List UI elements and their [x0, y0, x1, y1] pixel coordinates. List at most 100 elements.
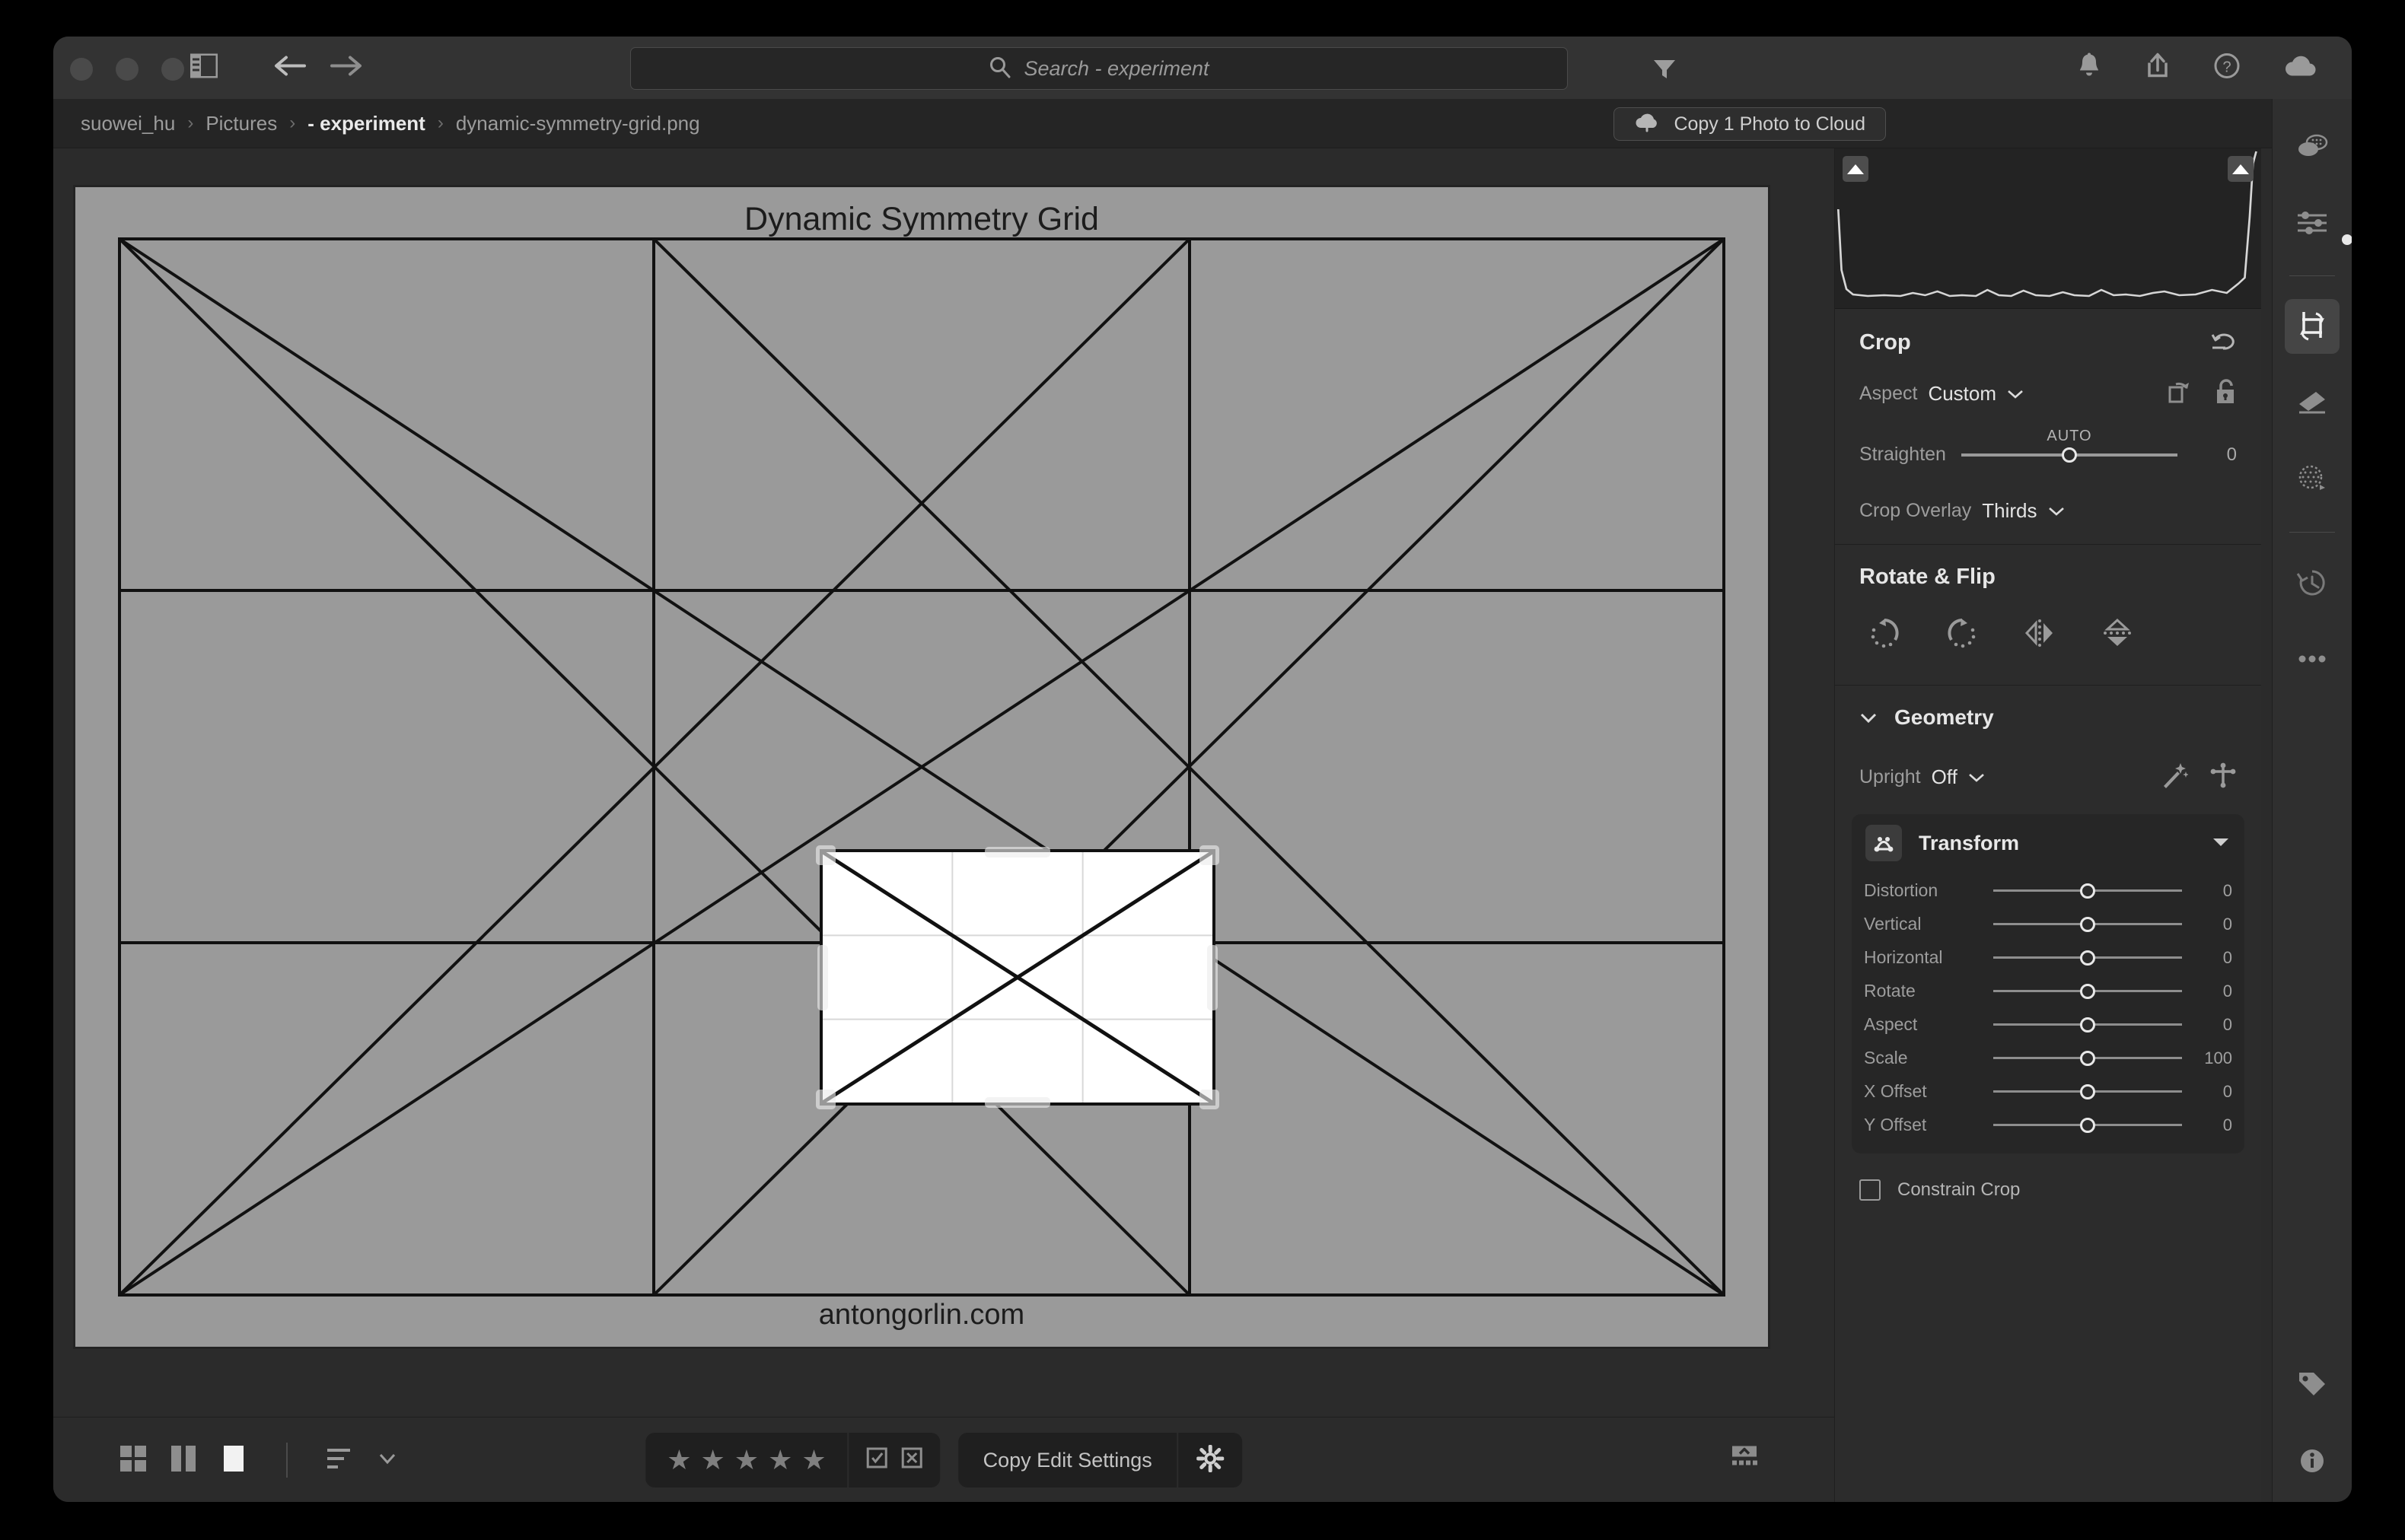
crop-selection[interactable]	[816, 845, 1219, 1109]
aspect-knob[interactable]	[2080, 1017, 2095, 1032]
compare-view-icon[interactable]	[169, 1444, 198, 1477]
flip-vertical-icon[interactable]	[2100, 616, 2135, 654]
star-rating[interactable]: ★ ★ ★ ★ ★	[645, 1444, 847, 1476]
x-offset-slider[interactable]	[1993, 1083, 2182, 1099]
share-icon[interactable]	[2145, 52, 2171, 84]
maximize-button[interactable]	[161, 58, 184, 81]
aspect-slider-value: 0	[2222, 1014, 2232, 1034]
rotate-slider[interactable]	[1993, 983, 2182, 999]
slider-row-y-offset: Y Offset 0	[1852, 1115, 2244, 1135]
cloud-icon[interactable]	[2283, 53, 2318, 83]
aspect-slider[interactable]	[1993, 1017, 2182, 1032]
highlight-clipping-button[interactable]	[2228, 156, 2254, 182]
crop-section-title: Crop	[1859, 329, 2237, 356]
x-offset-knob[interactable]	[2080, 1083, 2095, 1099]
crop-handle-top[interactable]	[985, 847, 1050, 858]
crop-overlay-dropdown[interactable]: Thirds	[1982, 499, 2064, 523]
guided-upright-icon[interactable]	[2209, 762, 2237, 793]
horizontal-knob[interactable]	[2080, 950, 2095, 966]
triangle-up-icon	[1847, 164, 1864, 174]
sort-chevron-down-icon[interactable]	[377, 1451, 397, 1470]
tag-icon[interactable]	[2285, 1357, 2340, 1412]
straighten-knob[interactable]	[2061, 447, 2077, 463]
crop-handle-top-left[interactable]	[816, 845, 836, 865]
photo-preview[interactable]: Dynamic Symmetry Grid antongorlin.com	[73, 185, 1770, 1349]
lock-open-icon[interactable]	[2214, 379, 2237, 409]
crop-handle-bottom[interactable]	[985, 1097, 1050, 1108]
breadcrumb-item-1[interactable]: Pictures	[205, 112, 277, 135]
upright-dropdown[interactable]: Off	[1932, 765, 1985, 789]
histogram[interactable]	[1835, 148, 2261, 309]
y-offset-knob[interactable]	[2080, 1117, 2095, 1133]
crop-icon[interactable]	[2285, 299, 2340, 354]
horizontal-slider[interactable]	[1993, 950, 2182, 966]
copy-to-cloud-button[interactable]: Copy 1 Photo to Cloud	[1613, 107, 1886, 141]
more-icon[interactable]	[2285, 632, 2340, 686]
rotate-clockwise-icon[interactable]	[1867, 616, 1902, 654]
caret-down-icon[interactable]	[2211, 835, 2231, 852]
vertical-knob[interactable]	[2080, 916, 2095, 932]
grid-view-icon[interactable]	[119, 1444, 148, 1477]
back-button[interactable]	[272, 54, 306, 82]
gear-icon[interactable]	[1178, 1444, 1242, 1476]
crop-handle-bottom-left[interactable]	[816, 1090, 836, 1109]
healing-icon[interactable]	[2285, 375, 2340, 430]
filter-icon[interactable]	[1652, 56, 1677, 84]
scale-slider[interactable]	[1993, 1050, 2182, 1066]
straighten-auto-label[interactable]: AUTO	[2047, 428, 2091, 445]
sidebar-toggle-icon[interactable]	[190, 53, 218, 82]
magic-wand-icon[interactable]	[2161, 762, 2189, 793]
sort-icon[interactable]	[326, 1446, 356, 1475]
vertical-value: 0	[2222, 914, 2232, 934]
breadcrumb-item-2[interactable]: - experiment	[307, 112, 425, 135]
history-icon[interactable]	[2285, 555, 2340, 610]
presets-icon[interactable]	[2285, 119, 2340, 173]
flag-reject-icon[interactable]	[901, 1446, 924, 1475]
search-input[interactable]: Search - experiment	[630, 47, 1568, 90]
crop-handle-right[interactable]	[1207, 944, 1218, 1010]
geometry-header[interactable]: Geometry	[1859, 705, 2237, 730]
filmstrip-toggle-icon[interactable]	[1725, 1445, 1764, 1476]
info-icon[interactable]	[2285, 1433, 2340, 1488]
constrain-crop-row[interactable]: Constrain Crop	[1835, 1153, 2261, 1227]
toolbar-divider	[286, 1443, 288, 1478]
distortion-slider[interactable]	[1993, 883, 2182, 899]
window-controls[interactable]	[70, 58, 184, 81]
single-view-icon[interactable]	[219, 1444, 248, 1477]
rotate-aspect-icon[interactable]	[2167, 380, 2193, 408]
straighten-slider[interactable]: AUTO	[1961, 428, 2177, 463]
y-offset-label: Y Offset	[1864, 1115, 1927, 1134]
flip-horizontal-icon[interactable]	[2022, 616, 2057, 654]
y-offset-slider[interactable]	[1993, 1117, 2182, 1133]
crop-handle-top-right[interactable]	[1199, 845, 1219, 865]
star-1[interactable]: ★	[667, 1444, 691, 1476]
star-2[interactable]: ★	[701, 1444, 725, 1476]
forward-button[interactable]	[330, 54, 364, 82]
distortion-knob[interactable]	[2080, 883, 2095, 899]
vertical-slider[interactable]	[1993, 916, 2182, 932]
rotate-counterclockwise-icon[interactable]	[1945, 616, 1980, 654]
masking-icon[interactable]	[2285, 451, 2340, 506]
star-4[interactable]: ★	[768, 1444, 792, 1476]
star-3[interactable]: ★	[734, 1444, 759, 1476]
crop-handle-bottom-right[interactable]	[1199, 1090, 1219, 1109]
minimize-button[interactable]	[116, 58, 139, 81]
transform-header[interactable]: Transform	[1852, 825, 2244, 867]
crop-handle-left[interactable]	[817, 944, 828, 1010]
bell-icon[interactable]	[2076, 52, 2102, 84]
shadow-clipping-button[interactable]	[1843, 156, 1868, 182]
breadcrumb: suowei_hu › Pictures › - experiment › dy…	[53, 99, 2352, 148]
scale-knob[interactable]	[2080, 1050, 2095, 1066]
constrain-crop-checkbox[interactable]	[1859, 1179, 1881, 1201]
breadcrumb-item-0[interactable]: suowei_hu	[81, 112, 175, 135]
undo-icon[interactable]	[2211, 329, 2237, 356]
help-circle-icon[interactable]: ?	[2213, 52, 2241, 84]
rotate-flip-section: Rotate & Flip	[1835, 545, 2261, 686]
rotate-knob[interactable]	[2080, 983, 2095, 999]
edit-sliders-icon[interactable]	[2285, 195, 2340, 250]
close-button[interactable]	[70, 58, 93, 81]
star-5[interactable]: ★	[801, 1444, 826, 1476]
aspect-dropdown[interactable]: Custom	[1928, 382, 2024, 406]
flag-pick-icon[interactable]	[866, 1446, 889, 1475]
copy-edit-settings-button[interactable]: Copy Edit Settings	[959, 1449, 1177, 1472]
